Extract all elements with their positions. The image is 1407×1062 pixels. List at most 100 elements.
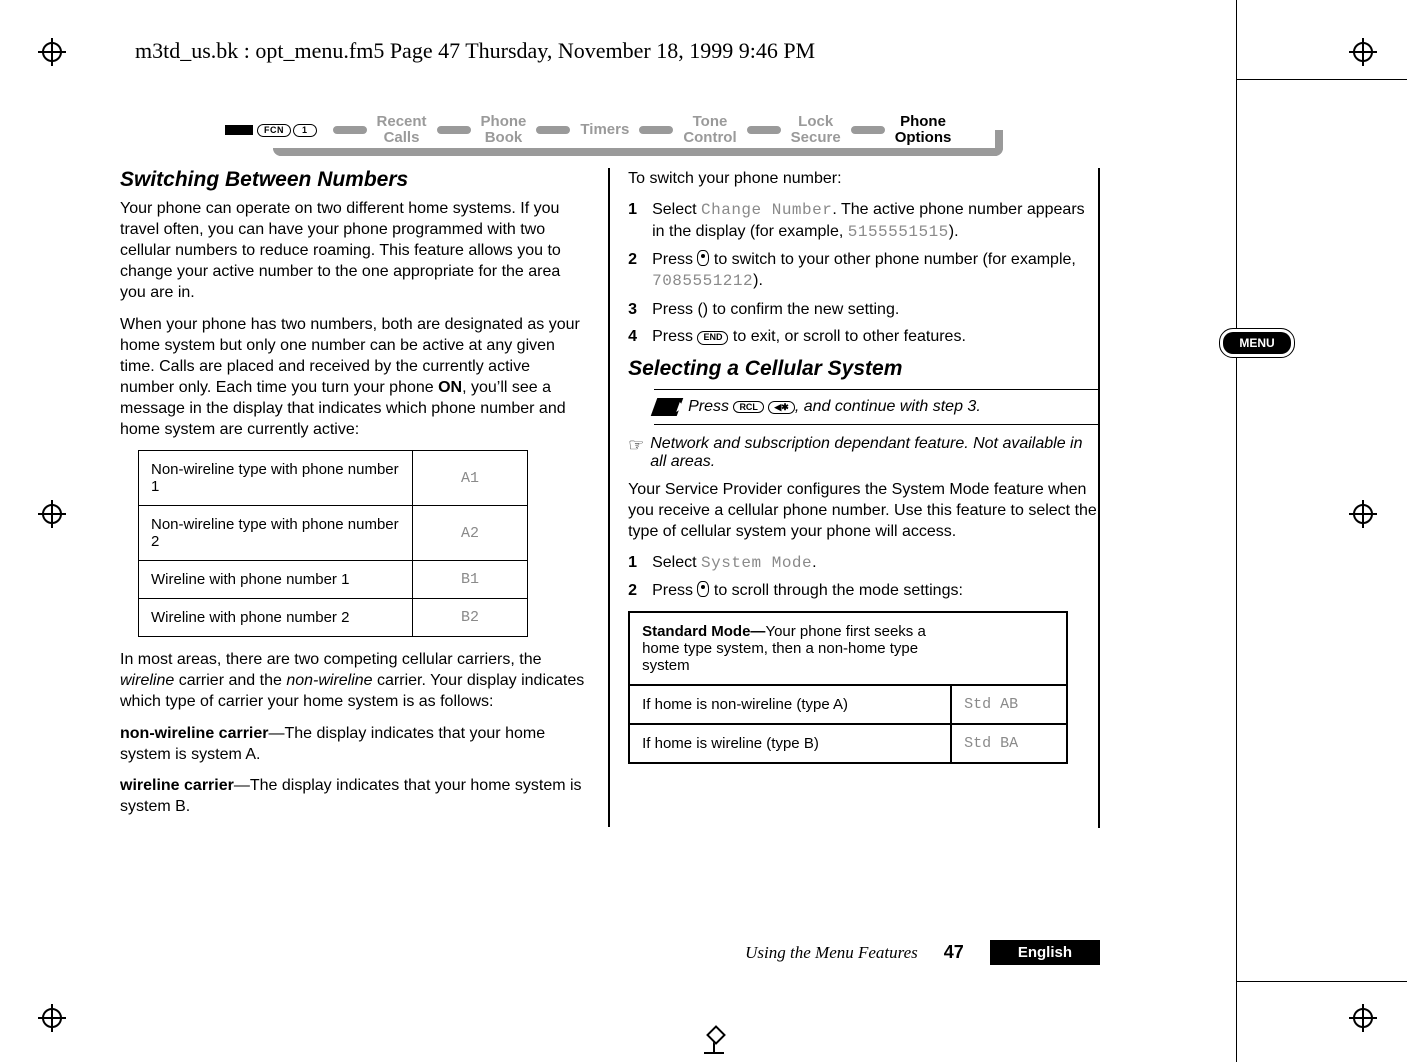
display-text: System Mode bbox=[701, 554, 812, 572]
table-row: Wireline with phone number 2 B2 bbox=[139, 599, 528, 637]
page-guide-line bbox=[1236, 0, 1237, 1062]
content-columns: Switching Between Numbers Your phone can… bbox=[120, 168, 1100, 827]
text-run-nonwireline: non-wireline bbox=[286, 672, 372, 689]
text-run: to scroll through the mode settings: bbox=[709, 582, 962, 599]
numbered-steps-system-mode: 1 Select System Mode. 2 Press to scroll … bbox=[628, 552, 1100, 601]
breadcrumb-connector-icon bbox=[747, 126, 781, 134]
page-guide-line bbox=[1237, 981, 1407, 982]
display-text: 5155551515 bbox=[848, 223, 949, 241]
table-cell-label: Wireline with phone number 2 bbox=[139, 599, 413, 637]
left-star-key-icon: ◀✱ bbox=[768, 401, 794, 414]
scroll-key-icon bbox=[697, 581, 709, 597]
breadcrumb-item-phone-book: Phone Book bbox=[481, 114, 527, 146]
menu-tab-label: MENU bbox=[1223, 332, 1291, 354]
table-row: Non-wireline type with phone number 1 A1 bbox=[139, 451, 528, 506]
table-cell-code: A2 bbox=[413, 506, 528, 561]
shortcut-arrow-icon bbox=[651, 398, 684, 416]
paragraph: In most areas, there are two competing c… bbox=[120, 649, 586, 712]
page-footer: Using the Menu Features 47 English bbox=[620, 940, 1100, 965]
breadcrumb-connector-icon bbox=[851, 126, 885, 134]
paragraph: Your Service Provider configures the Sys… bbox=[628, 479, 1100, 542]
table-row: Non-wireline type with phone number 2 A2 bbox=[139, 506, 528, 561]
table-cell-code: B2 bbox=[413, 599, 528, 637]
rcl-key-icon: RCL bbox=[733, 401, 764, 413]
breadcrumb-connector-icon bbox=[333, 126, 367, 134]
footer-page-number: 47 bbox=[944, 942, 964, 963]
note-row: ☞ Network and subscription dependant fea… bbox=[628, 435, 1100, 471]
text-run: ). bbox=[949, 223, 959, 240]
breadcrumb-item-lock-secure: Lock Secure bbox=[791, 114, 841, 146]
paragraph: When your phone has two numbers, both ar… bbox=[120, 314, 586, 441]
menu-breadcrumb: FCN 1 Recent Calls Phone Book Timers Ton… bbox=[225, 100, 1005, 160]
text-run: carrier and the bbox=[174, 672, 286, 689]
home-system-codes-table: Non-wireline type with phone number 1 A1… bbox=[138, 450, 528, 637]
table-row: Wireline with phone number 1 B1 bbox=[139, 561, 528, 599]
text-run: Press bbox=[652, 301, 697, 318]
text-run-bold: Standard Mode— bbox=[642, 623, 765, 640]
table-cell-label: If home is wireline (type B) bbox=[629, 724, 951, 763]
text-run: Press bbox=[652, 251, 697, 268]
list-item: 2 Press to scroll through the mode setti… bbox=[628, 580, 1100, 601]
text-run: to exit, or scroll to other features. bbox=[728, 328, 965, 345]
table-cell-code: A1 bbox=[413, 451, 528, 506]
text-run: , and continue with step 3. bbox=[795, 398, 981, 415]
breadcrumb-lead-bar bbox=[225, 125, 253, 135]
carrier-label: non-wireline carrier bbox=[120, 725, 269, 742]
text-run: In most areas, there are two competing c… bbox=[120, 651, 542, 668]
registration-mark-icon bbox=[1349, 1004, 1377, 1032]
numbered-steps-switch: 1 Select Change Number. The active phone… bbox=[628, 199, 1100, 347]
table-row: If home is non-wireline (type A) Std AB bbox=[629, 685, 1067, 724]
breadcrumb-item-recent-calls: Recent Calls bbox=[377, 114, 427, 146]
paragraph: To switch your phone number: bbox=[628, 168, 1100, 189]
list-item: 1 Select System Mode. bbox=[628, 552, 1100, 574]
select-key-glyph: () bbox=[697, 301, 708, 318]
breadcrumb-item-timers: Timers bbox=[580, 122, 629, 138]
text-run: Press bbox=[688, 398, 733, 415]
text-run-wireline: wireline bbox=[120, 672, 174, 689]
table-cell-code: B1 bbox=[413, 561, 528, 599]
list-item: 2 Press to switch to your other phone nu… bbox=[628, 249, 1100, 292]
list-item: 4 Press END to exit, or scroll to other … bbox=[628, 326, 1100, 347]
note-text: Network and subscription dependant featu… bbox=[650, 435, 1100, 471]
table-cell-label: If home is non-wireline (type A) bbox=[629, 685, 951, 724]
section-heading-switching: Switching Between Numbers bbox=[120, 168, 586, 192]
paragraph: wireline carrier—The display indicates t… bbox=[120, 775, 586, 817]
breadcrumb-item-tone-control: Tone Control bbox=[683, 114, 736, 146]
registration-mark-icon bbox=[38, 500, 66, 528]
table-cell-code: Std BA bbox=[951, 724, 1067, 763]
breadcrumb-return-line bbox=[273, 148, 1003, 156]
shortcut-row: Press RCL ◀✱, and continue with step 3. bbox=[654, 389, 1100, 425]
list-item: 3 Press () to confirm the new setting. bbox=[628, 299, 1100, 320]
text-run-on: ON bbox=[438, 379, 462, 396]
step-number: 2 bbox=[628, 249, 637, 270]
step-number: 4 bbox=[628, 326, 637, 347]
table-cell-label: Non-wireline type with phone number 2 bbox=[139, 506, 413, 561]
step-number: 3 bbox=[628, 299, 637, 320]
paragraph: Your phone can operate on two different … bbox=[120, 198, 586, 304]
registration-mark-icon bbox=[1349, 500, 1377, 528]
pointing-hand-icon: ☞ bbox=[628, 435, 642, 471]
step-number: 2 bbox=[628, 580, 637, 601]
text-run: Press bbox=[652, 582, 697, 599]
table-head-cell: Standard Mode—Your phone first seeks a h… bbox=[629, 612, 951, 685]
registration-mark-icon bbox=[38, 38, 66, 66]
menu-tab: MENU bbox=[1219, 328, 1295, 358]
system-mode-table: Standard Mode—Your phone first seeks a h… bbox=[628, 611, 1068, 764]
left-column: Switching Between Numbers Your phone can… bbox=[120, 168, 586, 827]
table-cell-label: Non-wireline type with phone number 1 bbox=[139, 451, 413, 506]
one-key-label: 1 bbox=[293, 124, 317, 137]
text-run: . bbox=[812, 554, 816, 571]
fcn-key-label: FCN bbox=[257, 124, 291, 137]
table-row: Standard Mode—Your phone first seeks a h… bbox=[629, 612, 1067, 685]
step-number: 1 bbox=[628, 199, 637, 220]
table-cell-label: Wireline with phone number 1 bbox=[139, 561, 413, 599]
shortcut-text: Press RCL ◀✱, and continue with step 3. bbox=[688, 398, 981, 416]
text-run: Select bbox=[652, 554, 701, 571]
text-run: to confirm the new setting. bbox=[708, 301, 899, 318]
display-text: 7085551212 bbox=[652, 272, 753, 290]
page-guide-line bbox=[1237, 79, 1407, 80]
step-number: 1 bbox=[628, 552, 637, 573]
end-key-icon: END bbox=[697, 331, 728, 345]
registration-mark-icon bbox=[1349, 38, 1377, 66]
carrier-label: wireline carrier bbox=[120, 777, 234, 794]
